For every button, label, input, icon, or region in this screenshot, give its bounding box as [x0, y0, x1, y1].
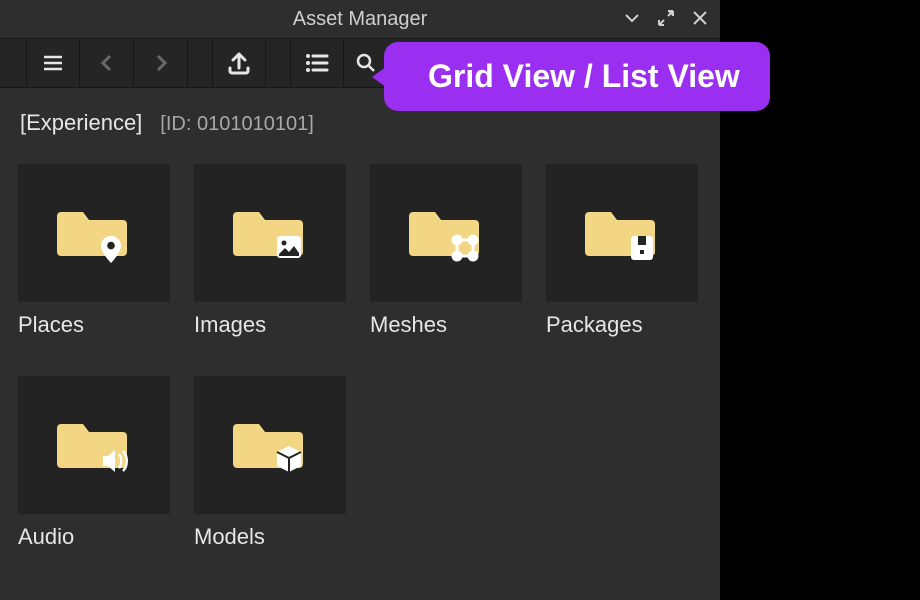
- upload-icon: [224, 48, 254, 78]
- callout-text: Grid View / List View: [428, 58, 740, 95]
- folder-label: Meshes: [370, 312, 522, 338]
- folder-thumb: [18, 164, 170, 302]
- folder-audio-icon: [55, 410, 133, 480]
- folder-meshes[interactable]: Meshes: [370, 164, 522, 338]
- close-button[interactable]: [688, 6, 712, 30]
- folder-thumb: [370, 164, 522, 302]
- folder-models-icon: [231, 410, 309, 480]
- breadcrumb-experience[interactable]: [Experience]: [20, 110, 142, 136]
- view-toggle-button[interactable]: [290, 39, 344, 87]
- folder-images-icon: [231, 198, 309, 268]
- folder-thumb: [546, 164, 698, 302]
- dock-button[interactable]: [654, 6, 678, 30]
- folder-audio[interactable]: Audio: [18, 376, 170, 550]
- forward-button[interactable]: [134, 39, 188, 87]
- list-view-icon: [302, 48, 332, 78]
- folder-label: Images: [194, 312, 346, 338]
- menu-button[interactable]: [26, 39, 80, 87]
- titlebar: Asset Manager: [0, 0, 720, 38]
- folder-packages-icon: [583, 198, 661, 268]
- chevron-right-icon: [150, 52, 172, 74]
- folder-thumb: [18, 376, 170, 514]
- import-button[interactable]: [212, 39, 266, 87]
- folder-label: Packages: [546, 312, 698, 338]
- window-title: Asset Manager: [293, 8, 428, 31]
- back-button[interactable]: [80, 39, 134, 87]
- callout-tooltip: Grid View / List View: [384, 42, 770, 111]
- folder-thumb: [194, 376, 346, 514]
- titlebar-controls: [620, 6, 712, 30]
- folder-label: Places: [18, 312, 170, 338]
- folder-places-icon: [55, 198, 133, 268]
- folder-models[interactable]: Models: [194, 376, 346, 550]
- chevron-down-icon: [623, 9, 641, 27]
- folder-thumb: [194, 164, 346, 302]
- breadcrumb-id: [ID: 0101010101]: [160, 113, 313, 136]
- folder-images[interactable]: Images: [194, 164, 346, 338]
- folder-places[interactable]: Places: [18, 164, 170, 338]
- folder-packages[interactable]: Packages: [546, 164, 698, 338]
- dock-icon: [656, 8, 676, 28]
- folder-label: Audio: [18, 524, 170, 550]
- close-icon: [691, 9, 709, 27]
- hamburger-icon: [39, 49, 67, 77]
- chevron-left-icon: [96, 52, 118, 74]
- asset-grid: Places Images Meshes: [0, 158, 720, 556]
- folder-label: Models: [194, 524, 346, 550]
- folder-meshes-icon: [407, 198, 485, 268]
- asset-manager-panel: Asset Manager: [0, 0, 720, 600]
- more-menu-button[interactable]: [620, 6, 644, 30]
